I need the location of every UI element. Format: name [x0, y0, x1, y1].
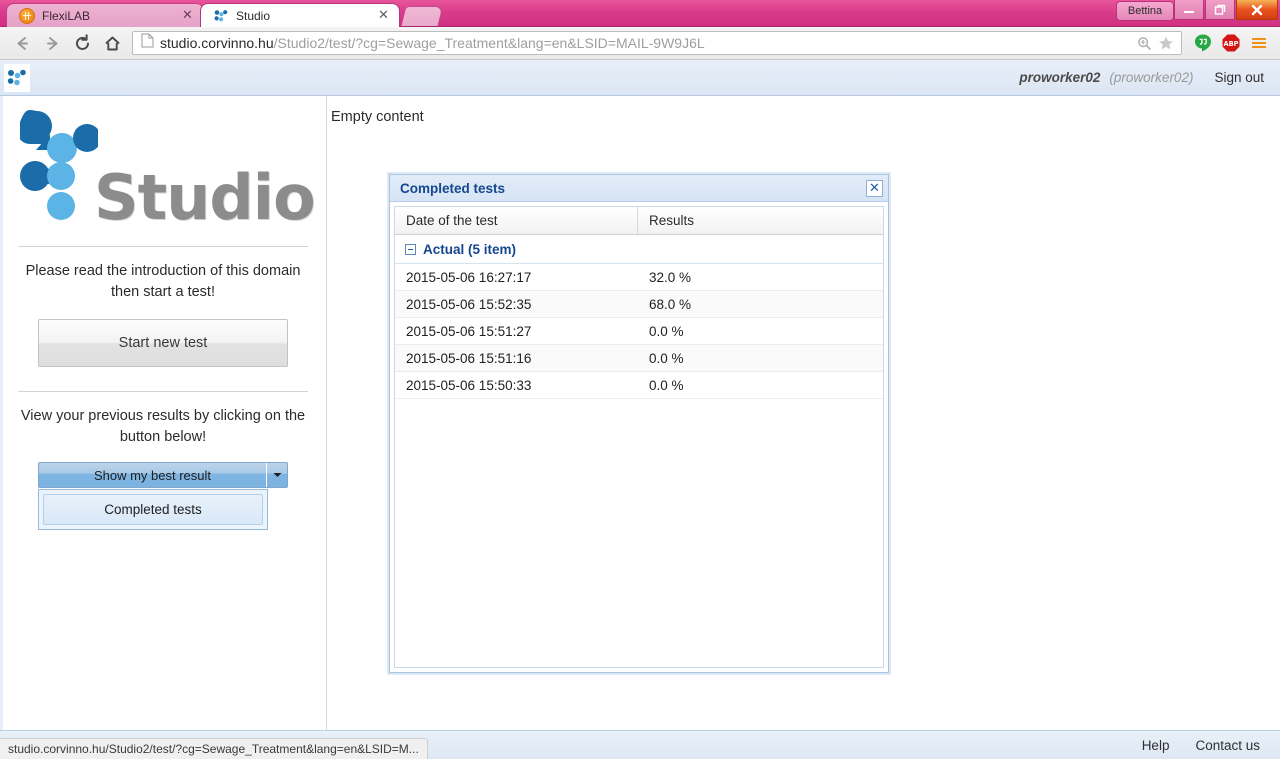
cell-result: 32.0 %: [649, 269, 692, 285]
cell-date: 2015-05-06 15:51:27: [406, 323, 532, 339]
results-text: View your previous results by clicking o…: [20, 408, 306, 445]
intro-text: Please read the introduction of this dom…: [25, 263, 301, 300]
browser-user-button[interactable]: Bettina: [1116, 1, 1174, 21]
browser-tab-flexilab[interactable]: FlexiLAB ✕: [6, 3, 204, 27]
collapse-icon[interactable]: [405, 243, 416, 255]
cell-date: 2015-05-06 16:27:17: [406, 269, 532, 285]
grid-group-label: Actual (5 item): [423, 241, 517, 257]
dialog-title: Completed tests: [400, 180, 506, 196]
dropdown-item-completed-tests[interactable]: Completed tests: [43, 494, 263, 525]
cell-result: 0.0 %: [649, 377, 684, 393]
browser-status-bar: studio.corvinno.hu/Studio2/test/?cg=Sewa…: [0, 738, 428, 759]
sidebar: Studio Please read the introduction of t…: [0, 96, 327, 730]
studio-icon: [213, 8, 229, 24]
results-dropdown-menu: Completed tests: [38, 489, 268, 530]
browser-toolbar: studio.corvinno.hu/Studio2/test/?cg=Sewa…: [0, 27, 1280, 60]
show-best-result-button[interactable]: Show my best result: [38, 462, 288, 488]
column-header-results[interactable]: Results: [638, 207, 883, 234]
browser-chrome: FlexiLAB ✕ Studio ✕ Bettina studio.corvi…: [0, 0, 1280, 60]
cell-date: 2015-05-06 15:51:16: [406, 350, 532, 366]
reload-icon[interactable]: [68, 29, 96, 57]
address-bar-url: studio.corvinno.hu/Studio2/test/?cg=Sewa…: [160, 35, 1133, 51]
results-split-button-group: Show my best result Completed tests: [38, 462, 288, 530]
minimize-icon[interactable]: [1174, 0, 1204, 20]
cell-result: 0.0 %: [649, 350, 684, 366]
flexilab-icon: [19, 7, 35, 24]
close-window-icon[interactable]: [1236, 0, 1278, 20]
zoom-icon[interactable]: [1133, 32, 1155, 54]
grid-header-row: Date of the test Results: [395, 207, 883, 235]
back-icon[interactable]: [8, 29, 36, 57]
new-tab-button[interactable]: [400, 6, 444, 26]
grid-group-header[interactable]: Actual (5 item): [395, 235, 883, 264]
table-row[interactable]: 2015-05-06 15:51:27 0.0 %: [395, 318, 883, 345]
hamburger-menu-icon[interactable]: [1246, 30, 1272, 56]
body-area: Studio Please read the introduction of t…: [0, 96, 1280, 730]
cell-result: 0.0 %: [649, 323, 684, 339]
column-header-date[interactable]: Date of the test: [395, 207, 638, 234]
cell-date: 2015-05-06 15:50:33: [406, 377, 532, 393]
star-icon[interactable]: [1155, 32, 1177, 54]
tab-strip: FlexiLAB ✕ Studio ✕ Bettina: [0, 0, 1280, 27]
table-row[interactable]: 2015-05-06 16:27:17 32.0 %: [395, 264, 883, 291]
page-content: proworker02 (proworker02) Sign out Studi…: [0, 60, 1280, 759]
help-link[interactable]: Help: [1142, 738, 1170, 753]
close-icon[interactable]: ✕: [376, 8, 391, 23]
browser-tab-studio[interactable]: Studio ✕: [200, 3, 400, 27]
home-icon[interactable]: [98, 29, 126, 57]
adblockplus-icon[interactable]: ABP: [1218, 30, 1244, 56]
sign-out-link[interactable]: Sign out: [1214, 70, 1264, 85]
close-icon[interactable]: ✕: [180, 8, 195, 23]
dialog-body: Date of the test Results Actual (5 item)…: [394, 206, 884, 668]
grid-empty-space: [395, 399, 883, 667]
table-row[interactable]: 2015-05-06 15:51:16 0.0 %: [395, 345, 883, 372]
tab-title: Studio: [236, 8, 271, 23]
cell-date: 2015-05-06 15:52:35: [406, 296, 532, 312]
header-userid: (proworker02): [1109, 70, 1194, 85]
page-document-icon: [141, 33, 154, 53]
completed-tests-dialog: Completed tests ✕ Date of the test Resul…: [388, 173, 890, 674]
cell-result: 68.0 %: [649, 296, 692, 312]
hangouts-icon[interactable]: [1190, 30, 1216, 56]
table-row[interactable]: 2015-05-06 15:52:35 68.0 %: [395, 291, 883, 318]
main-content: Empty content Completed tests ✕ Date of …: [327, 96, 1280, 730]
app-header: proworker02 (proworker02) Sign out: [0, 60, 1280, 96]
svg-text:ABP: ABP: [1224, 40, 1239, 48]
address-bar-host: studio.corvinno.hu: [160, 35, 274, 51]
show-best-result-label: Show my best result: [93, 467, 212, 483]
chevron-down-icon[interactable]: [266, 463, 287, 487]
window-controls: [1173, 0, 1278, 20]
dialog-titlebar[interactable]: Completed tests ✕: [390, 175, 888, 202]
studio-wordmark: Studio: [94, 161, 316, 234]
contact-us-link[interactable]: Contact us: [1195, 738, 1260, 753]
header-username: proworker02: [1019, 70, 1101, 85]
start-new-test-button[interactable]: Start new test: [38, 319, 288, 367]
forward-icon[interactable]: [38, 29, 66, 57]
empty-content-label: Empty content: [331, 109, 424, 125]
address-bar-path: /Studio2/test/?cg=Sewage_Treatment&lang=…: [273, 35, 705, 51]
table-row[interactable]: 2015-05-06 15:50:33 0.0 %: [395, 372, 883, 399]
header-user-area: proworker02 (proworker02) Sign out: [1019, 70, 1264, 85]
maximize-icon[interactable]: [1205, 0, 1235, 20]
tab-title: FlexiLAB: [42, 8, 91, 23]
studio-logo: Studio: [18, 104, 316, 236]
close-icon[interactable]: ✕: [866, 179, 883, 197]
studio-dots-logo: [4, 63, 30, 92]
address-bar[interactable]: studio.corvinno.hu/Studio2/test/?cg=Sewa…: [132, 31, 1182, 55]
grid-rows: 2015-05-06 16:27:17 32.0 % 2015-05-06 15:5…: [395, 264, 883, 399]
